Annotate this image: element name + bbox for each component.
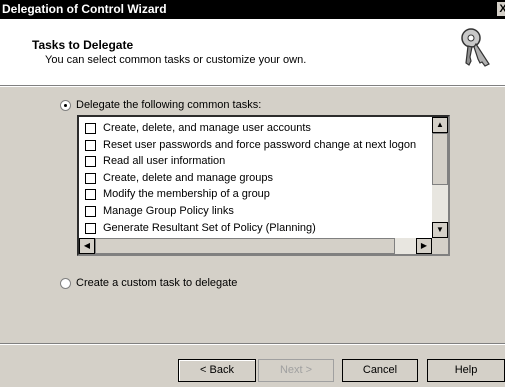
header-divider: [0, 86, 505, 87]
scroll-left-icon[interactable]: ◀: [79, 238, 95, 254]
horizontal-scrollbar[interactable]: ◀ ▶: [79, 238, 432, 254]
task-checkbox[interactable]: [85, 205, 96, 217]
vertical-scroll-thumb[interactable]: [432, 133, 448, 185]
task-checkbox[interactable]: [85, 123, 96, 134]
task-list-item[interactable]: Manage Group Policy links: [81, 204, 433, 221]
task-list-item[interactable]: Read all user information: [81, 154, 433, 171]
keys-icon: [458, 27, 494, 72]
vertical-scrollbar[interactable]: ▲ ▼: [432, 117, 448, 238]
radio-custom-task[interactable]: [60, 278, 71, 289]
radio-common-tasks-label[interactable]: Delegate the following common tasks:: [76, 99, 261, 111]
task-checkbox[interactable]: [85, 222, 96, 234]
task-checkbox[interactable]: [85, 189, 96, 201]
wizard-header: Tasks to Delegate You can select common …: [0, 19, 505, 86]
back-button[interactable]: < Back: [178, 359, 256, 382]
window-title: Delegation of Control Wizard: [2, 2, 167, 16]
close-icon[interactable]: X: [497, 2, 505, 16]
page-title: Tasks to Delegate: [32, 38, 134, 52]
task-label: Generate Resultant Set of Policy (Planni…: [103, 221, 316, 234]
task-list-item[interactable]: Modify the membership of a group: [81, 187, 433, 204]
task-label: Read all user information: [103, 155, 226, 168]
page-subtitle: You can select common tasks or customize…: [45, 54, 307, 66]
task-label: Create, delete, and manage user accounts: [103, 122, 311, 134]
task-checkbox[interactable]: [85, 139, 96, 151]
task-label: Modify the membership of a group: [103, 188, 270, 201]
footer-divider-highlight: [0, 344, 505, 345]
task-list-item[interactable]: Reset user passwords and force password …: [81, 138, 433, 155]
task-list-item[interactable]: Create, delete and manage groups: [81, 171, 433, 188]
radio-common-tasks[interactable]: [60, 100, 71, 111]
next-button[interactable]: Next >: [258, 359, 334, 382]
horizontal-scroll-thumb[interactable]: [95, 238, 395, 254]
cancel-button[interactable]: Cancel: [342, 359, 418, 382]
task-label: Reset user passwords and force password …: [103, 138, 417, 151]
scroll-up-icon[interactable]: ▲: [432, 117, 448, 133]
task-checkbox[interactable]: [85, 172, 96, 184]
task-list-item[interactable]: Create, delete, and manage user accounts: [81, 121, 433, 138]
task-list: Create, delete, and manage user accounts…: [81, 121, 433, 237]
task-label: Manage Group Policy links: [103, 204, 234, 217]
task-checkbox[interactable]: [85, 156, 96, 168]
task-label: Create, delete and manage groups: [103, 171, 274, 184]
title-bar: Delegation of Control Wizard X: [0, 0, 505, 19]
help-button[interactable]: Help: [427, 359, 505, 382]
tasks-listbox[interactable]: Create, delete, and manage user accounts…: [77, 115, 450, 256]
scroll-right-icon[interactable]: ▶: [416, 238, 432, 254]
radio-selected-dot: [64, 104, 67, 107]
task-list-item[interactable]: Generate Resultant Set of Policy (Planni…: [81, 221, 433, 238]
scroll-down-icon[interactable]: ▼: [432, 222, 448, 238]
scrollbar-corner: [432, 238, 448, 254]
radio-custom-task-label[interactable]: Create a custom task to delegate: [76, 277, 237, 289]
